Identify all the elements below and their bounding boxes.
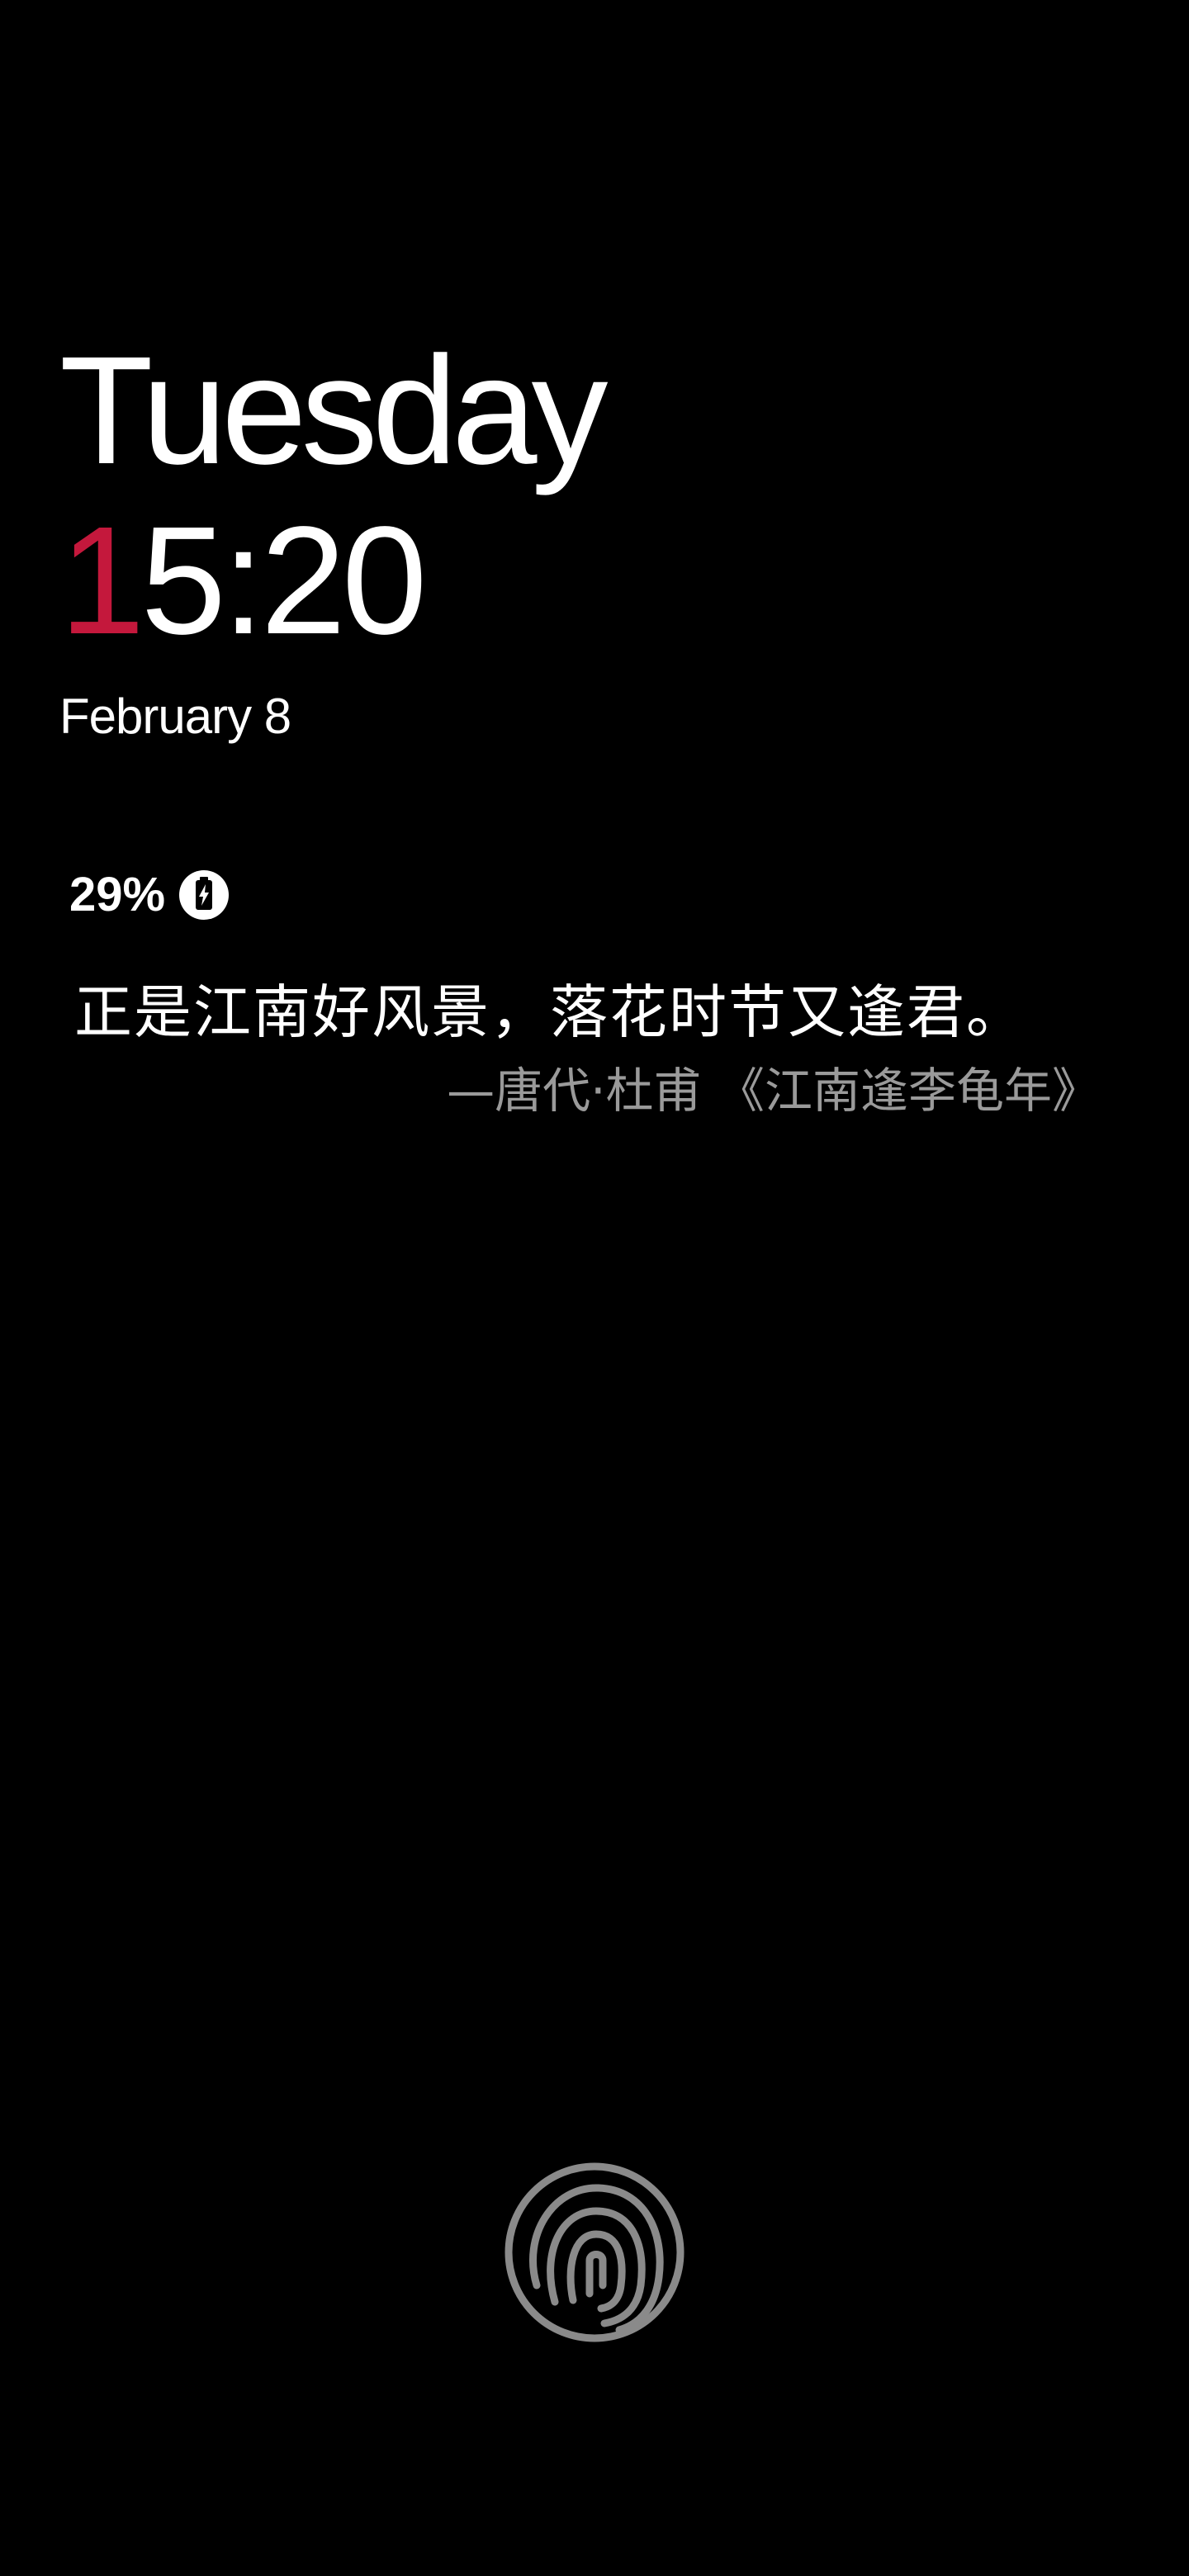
fingerprint-icon[interactable] (504, 2162, 685, 2343)
clock-widget: Tuesday 15:20 February 8 (59, 325, 608, 745)
poem-line: 正是江南好风景，落花时节又逢君。 (74, 978, 1026, 1046)
clock-time-rest: 5:20 (140, 495, 427, 666)
clock-time-first-digit: 1 (59, 495, 144, 666)
battery-charging-icon (178, 869, 230, 921)
battery-status: 29% (69, 867, 230, 922)
date-label: February 8 (59, 689, 291, 744)
poem-attribution: —唐代·杜甫 《江南逢李龟年》 (447, 1063, 1100, 1119)
day-of-week: Tuesday (59, 325, 608, 496)
lock-screen: Tuesday 15:20 February 8 29% 正是江南好风景，落花时… (0, 0, 1189, 2576)
battery-percent: 29% (69, 868, 166, 921)
clock-time: 15:20 (59, 504, 603, 658)
